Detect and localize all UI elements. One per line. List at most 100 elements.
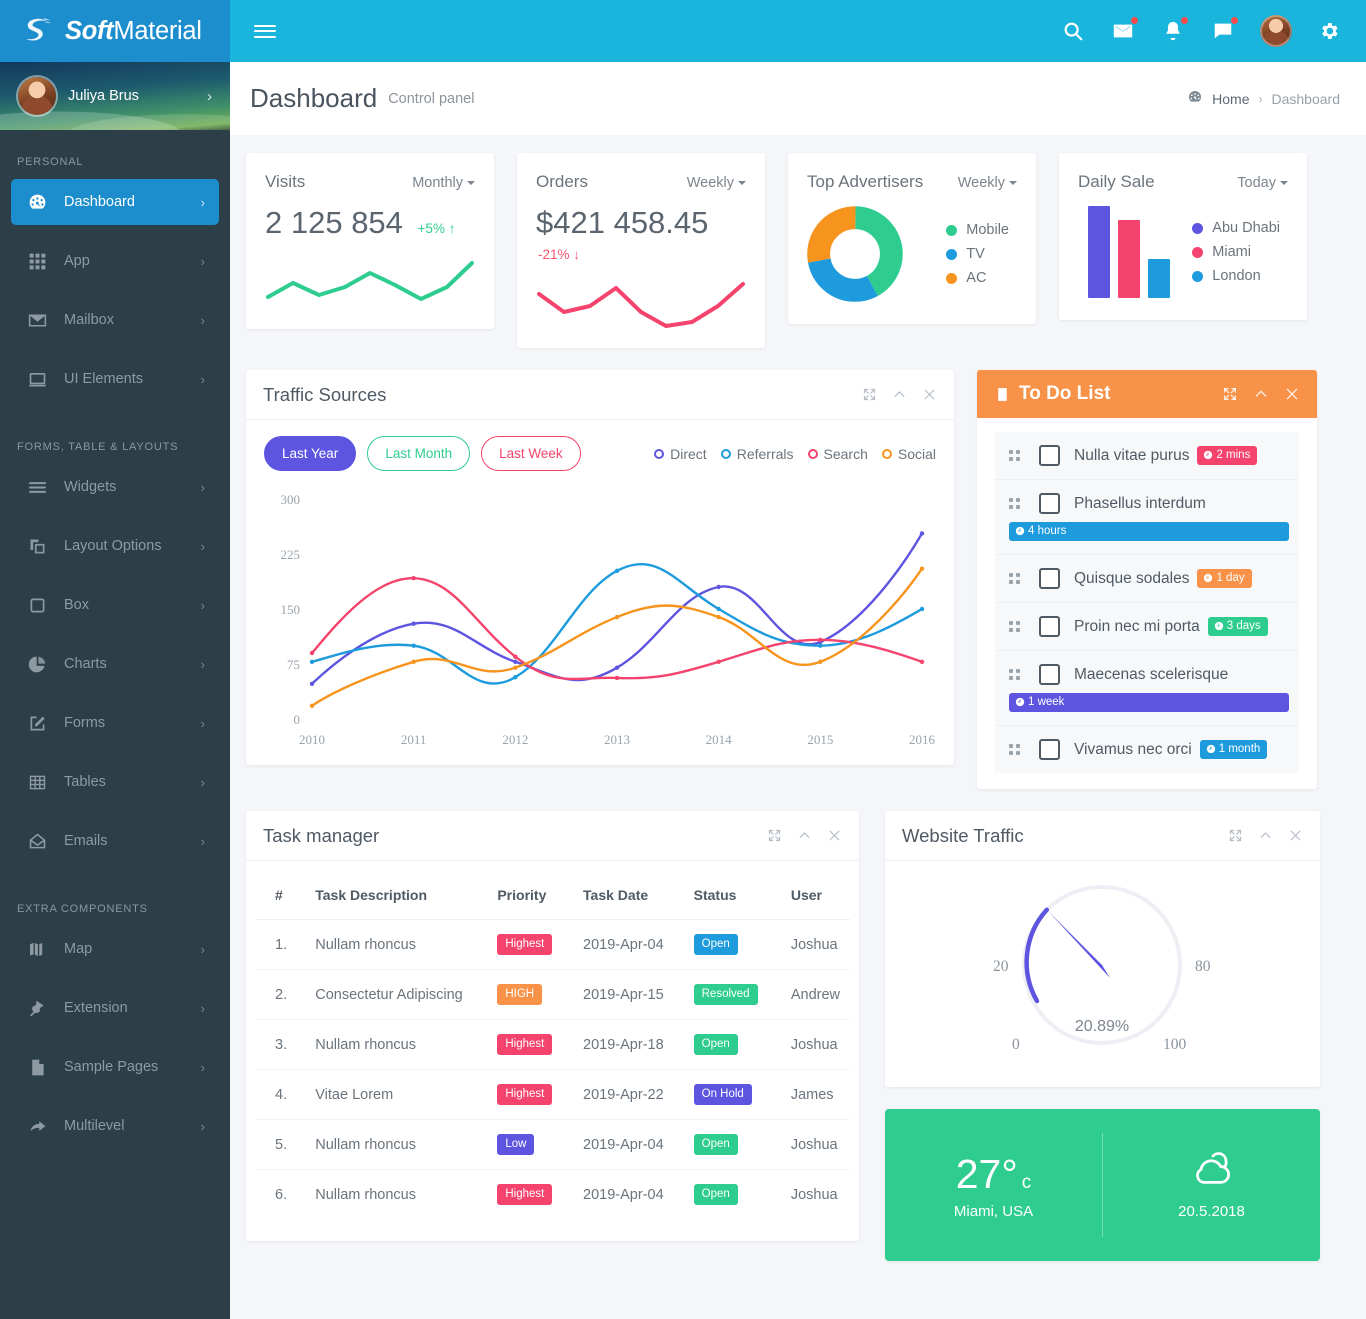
list-item[interactable]: Quisque sodales 1 day (995, 555, 1299, 603)
drag-handle-icon[interactable] (1009, 669, 1023, 680)
orders-period-dropdown[interactable]: Weekly (687, 175, 746, 191)
list-item[interactable]: Phasellus interdum 4 hours (995, 480, 1299, 555)
clock-icon (1015, 697, 1025, 707)
x-axis-tick: 2012 (502, 732, 528, 747)
table-row[interactable]: 4. Vitae Lorem Highest 2019-Apr-22 On Ho… (255, 1069, 850, 1120)
sidebar-item-layout-options[interactable]: Layout Options › (11, 523, 219, 569)
daily-sale-period-dropdown[interactable]: Today (1237, 175, 1288, 191)
sidebar-item-extension[interactable]: Extension › (11, 985, 219, 1031)
notification-dot (1181, 17, 1188, 24)
expand-icon[interactable] (1222, 386, 1238, 402)
todo-checkbox[interactable] (1039, 664, 1060, 685)
sidebar-item-ui-elements[interactable]: UI Elements › (11, 356, 219, 402)
chevron-right-icon: › (200, 715, 205, 731)
collapse-icon[interactable] (1253, 386, 1269, 402)
collapse-icon[interactable] (892, 387, 907, 402)
legend-ring-referrals (720, 448, 731, 459)
sidebar-item-multilevel[interactable]: Multilevel › (11, 1103, 219, 1149)
traffic-line-chart: 0 75 150 225 300 2010 2011 2012 2013 2014 2015 2016 (264, 485, 936, 755)
sidebar-item-label: Dashboard (64, 194, 135, 210)
sidebar-profile-name: Juliya Brus (68, 88, 139, 104)
sidebar-item-tables[interactable]: Tables › (11, 759, 219, 805)
sidebar-item-mailbox[interactable]: Mailbox › (11, 297, 219, 343)
drag-handle-icon[interactable] (1009, 450, 1023, 461)
list-item[interactable]: Proin nec mi porta 3 days (995, 603, 1299, 651)
breadcrumb-home[interactable]: Home (1212, 91, 1249, 107)
y-axis-tick: 0 (294, 712, 301, 727)
todo-label: Phasellus interdum (1074, 494, 1206, 512)
sidebar-item-widgets[interactable]: Widgets › (11, 464, 219, 510)
sidebar-item-map[interactable]: Map › (11, 926, 219, 972)
legend-item[interactable]: Direct (654, 446, 707, 462)
chat-icon[interactable] (1210, 17, 1238, 44)
sidebar-item-emails[interactable]: Emails › (11, 818, 219, 864)
orders-sparkline (537, 282, 745, 328)
sidebar-profile[interactable]: Juliya Brus › (0, 62, 230, 130)
legend-dot-ac (946, 272, 958, 284)
sidebar-item-forms[interactable]: Forms › (11, 700, 219, 746)
todo-checkbox[interactable] (1039, 616, 1060, 637)
legend-item[interactable]: Social (881, 446, 936, 462)
range-button-last-year[interactable]: Last Year (264, 436, 357, 471)
search-icon[interactable] (1060, 18, 1086, 44)
close-icon[interactable] (827, 828, 842, 843)
cell-num: 6. (275, 1186, 288, 1203)
sidebar-item-dashboard[interactable]: Dashboard › (11, 179, 219, 225)
table-row[interactable]: 2. Consectetur Adipiscing HIGH 2019-Apr-… (255, 969, 850, 1020)
table-row[interactable]: 3. Nullam rhoncus Highest 2019-Apr-18 Op… (255, 1019, 850, 1070)
hamburger-icon[interactable] (254, 20, 276, 42)
close-icon[interactable] (1284, 386, 1300, 402)
cell-date: 2019-Apr-22 (573, 1069, 684, 1120)
dashboard-gauge-icon (27, 191, 53, 213)
close-icon[interactable] (922, 387, 937, 402)
drag-handle-icon[interactable] (1009, 621, 1023, 632)
list-item[interactable]: Vivamus nec orci 1 month (995, 726, 1299, 773)
daily-sale-legend: Abu Dhabi Miami London (1192, 220, 1288, 284)
sidebar-item-label: Widgets (64, 479, 117, 495)
sidebar-item-box[interactable]: Box › (11, 582, 219, 628)
drag-handle-icon[interactable] (1009, 744, 1023, 755)
avatar[interactable] (1260, 15, 1292, 47)
close-icon[interactable] (1288, 828, 1303, 843)
range-button-last-month[interactable]: Last Month (367, 436, 471, 471)
priority-badge: Highest (497, 1084, 553, 1105)
collapse-icon[interactable] (797, 828, 812, 843)
table-row[interactable]: 6. Nullam rhoncus Highest 2019-Apr-04 Op… (255, 1170, 850, 1220)
collapse-icon[interactable] (1258, 828, 1273, 843)
bell-icon[interactable] (1160, 17, 1188, 44)
expand-icon[interactable] (767, 828, 782, 843)
list-item[interactable]: Nulla vitae purus 2 mins (995, 432, 1299, 480)
todo-checkbox[interactable] (1039, 739, 1060, 760)
sidebar-item-charts[interactable]: Charts › (11, 641, 219, 687)
arrow-down-icon: ↓ (573, 247, 581, 262)
drag-handle-icon[interactable] (1009, 498, 1023, 509)
drag-handle-icon[interactable] (1009, 573, 1023, 584)
grid-apps-icon (27, 250, 53, 272)
todo-checkbox[interactable] (1039, 445, 1060, 466)
todo-checkbox[interactable] (1039, 493, 1060, 514)
range-button-last-week[interactable]: Last Week (481, 436, 581, 471)
sidebar-item-sample-pages[interactable]: Sample Pages › (11, 1044, 219, 1090)
advertisers-period-dropdown[interactable]: Weekly (958, 175, 1017, 191)
traffic-sources-panel: Traffic Sources Last Year Last Month Las… (246, 370, 954, 765)
data-point (411, 621, 416, 626)
gear-icon[interactable] (1316, 18, 1342, 44)
status-badge: 1 month (1199, 740, 1268, 759)
brand-logo-area[interactable]: SoftMaterial (0, 0, 230, 62)
legend-item[interactable]: Search (807, 446, 868, 462)
todo-checkbox[interactable] (1039, 568, 1060, 589)
chevron-right-icon: › (200, 941, 205, 957)
mail-icon[interactable] (1110, 17, 1138, 44)
expand-icon[interactable] (1228, 828, 1243, 843)
table-row[interactable]: 1. Nullam rhoncus Highest 2019-Apr-04 Op… (255, 919, 850, 970)
todo-list-panel: To Do List Nulla vitae purus 2 mins Phas… (977, 370, 1317, 789)
expand-icon[interactable] (862, 387, 877, 402)
priority-badge: HIGH (497, 984, 543, 1005)
sidebar-item-app[interactable]: App › (11, 238, 219, 284)
table-row[interactable]: 5. Nullam rhoncus Low 2019-Apr-04 Open J… (255, 1119, 850, 1170)
cell-user: Joshua (790, 1186, 838, 1203)
list-item[interactable]: Maecenas scelerisque 1 week (995, 651, 1299, 726)
legend-item[interactable]: Referrals (720, 446, 794, 462)
data-point (614, 614, 620, 620)
visits-period-dropdown[interactable]: Monthly (412, 175, 475, 191)
